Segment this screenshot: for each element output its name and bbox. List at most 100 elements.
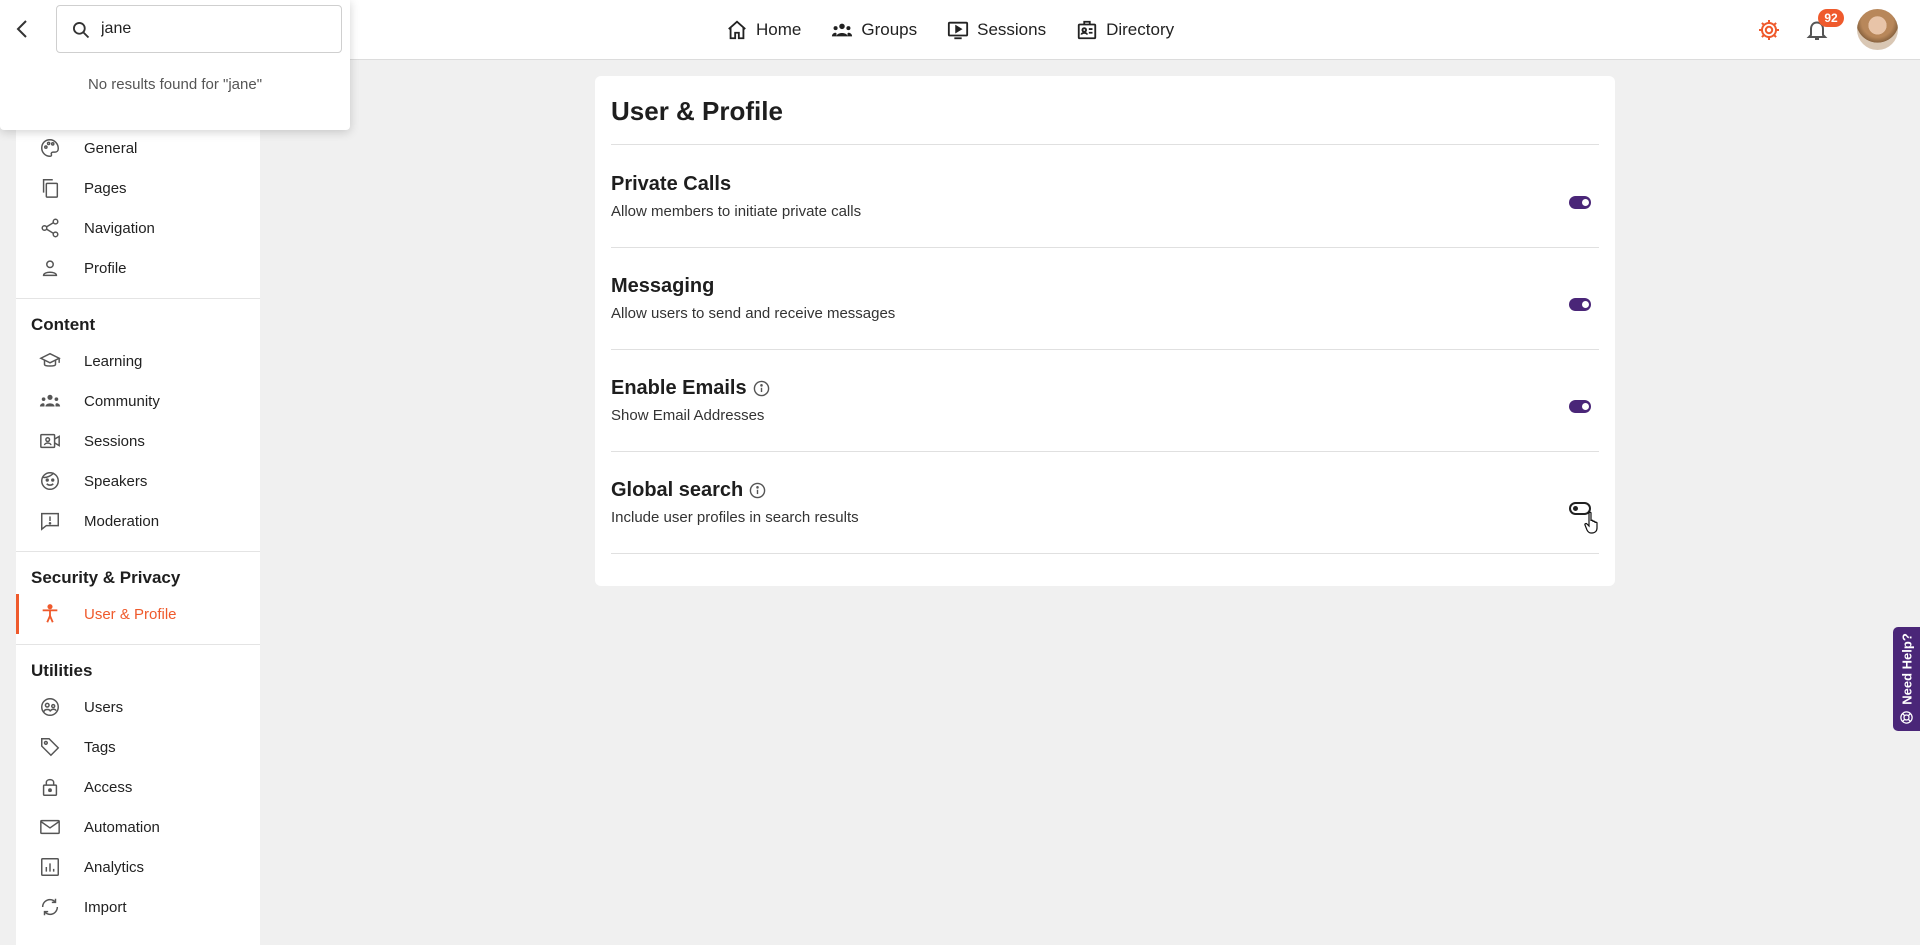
sidebar-heading-utilities: Utilities: [31, 661, 93, 680]
settings-card: User & Profile Private Calls Allow membe…: [595, 76, 1615, 586]
nav-groups-label: Groups: [861, 20, 918, 39]
private-calls-toggle[interactable]: [1569, 196, 1591, 209]
sidebar-item-profile[interactable]: Profile: [16, 248, 260, 288]
sidebar-item-label: User & Profile: [84, 605, 177, 623]
nav-groups[interactable]: Groups: [831, 19, 917, 41]
accessibility-icon: [42, 604, 58, 623]
sidebar-item-users[interactable]: Users: [16, 687, 260, 727]
setting-description: Include user profiles in search results: [611, 509, 859, 526]
setting-enable-emails: Enable Emails Show Email Addresses: [611, 349, 1599, 451]
nav-directory[interactable]: Directory: [1076, 19, 1174, 41]
setting-title-text: Messaging: [611, 275, 715, 297]
nav-sessions[interactable]: Sessions: [947, 19, 1046, 41]
sidebar-item-automation[interactable]: Automation: [16, 807, 260, 847]
hand-cursor-icon: [1584, 511, 1598, 534]
sidebar-item-import[interactable]: Import: [16, 887, 260, 927]
setting-title-text: Enable Emails: [611, 377, 747, 399]
search-box: [56, 5, 342, 53]
sidebar-item-label: Navigation: [84, 219, 155, 237]
nav-home-label: Home: [756, 20, 802, 39]
sidebar-item-tags[interactable]: Tags: [16, 727, 260, 767]
setting-title-text: Global search: [611, 479, 744, 501]
sidebar-item-user-profile[interactable]: User & Profile: [16, 594, 260, 634]
graduation-cap-icon: [39, 352, 61, 367]
sidebar-item-label: Tags: [84, 738, 116, 756]
messaging-toggle[interactable]: [1569, 298, 1591, 311]
setting-description: Allow members to initiate private calls: [611, 203, 862, 220]
nav-sessions-label: Sessions: [977, 20, 1047, 39]
sidebar-item-community[interactable]: Community: [16, 381, 260, 421]
avatar[interactable]: [1857, 9, 1898, 50]
person-icon: [42, 260, 58, 277]
sidebar-divider: [16, 551, 260, 552]
sidebar-item-label: Analytics: [84, 858, 145, 876]
search-icon: [73, 22, 90, 39]
palette-icon: [41, 139, 59, 157]
sidebar-item-moderation[interactable]: Moderation: [16, 501, 260, 541]
community-icon: [39, 394, 61, 407]
search-input[interactable]: [101, 16, 331, 42]
sidebar-item-label: Community: [84, 392, 160, 410]
setting-description: Allow users to send and receive messages: [611, 305, 896, 322]
lock-icon: [42, 778, 58, 796]
sidebar-heading-security: Security & Privacy: [31, 568, 181, 587]
sidebar-item-label: Profile: [84, 259, 127, 277]
nav-home[interactable]: Home: [726, 19, 801, 41]
setting-description: Show Email Addresses: [611, 407, 765, 424]
sidebar-item-navigation[interactable]: Navigation: [16, 208, 260, 248]
video-person-icon: [40, 433, 60, 449]
sidebar-item-label: Pages: [84, 179, 127, 197]
enable-emails-toggle[interactable]: [1569, 400, 1591, 413]
setting-title-text: Private Calls: [611, 173, 732, 195]
mail-icon: [40, 819, 60, 835]
sync-icon: [41, 898, 59, 916]
home-icon: [728, 20, 746, 40]
page-title: User & Profile: [611, 96, 783, 126]
info-icon[interactable]: [749, 482, 766, 499]
notification-badge: 92: [1818, 9, 1844, 27]
no-results-message: No results found for "jane": [87, 76, 263, 93]
sidebar-item-label: Moderation: [84, 512, 160, 530]
setting-divider: [611, 553, 1599, 554]
sidebar-item-speakers[interactable]: Speakers: [16, 461, 260, 501]
setting-title: Enable Emails: [611, 377, 770, 400]
setting-private-calls: Private Calls Allow members to initiate …: [611, 145, 1599, 247]
top-right-actions: 92: [1720, 0, 1920, 60]
sidebar-item-sessions[interactable]: Sessions: [16, 421, 260, 461]
sidebar-item-label: Import: [84, 898, 127, 916]
sidebar-item-access[interactable]: Access: [16, 767, 260, 807]
sidebar-item-label: Learning: [84, 352, 143, 370]
sidebar-divider: [16, 298, 260, 299]
top-navigation: Home Groups Sessions Directory: [726, 0, 1204, 60]
sessions-icon: [948, 21, 969, 40]
lifebuoy-icon: [1900, 711, 1913, 724]
sidebar-heading-content: Content: [31, 315, 96, 334]
gear-icon[interactable]: [1757, 18, 1781, 42]
share-icon: [41, 218, 59, 238]
setting-title: Private Calls: [611, 173, 731, 196]
groups-icon: [832, 23, 853, 37]
info-icon[interactable]: [753, 380, 770, 397]
sidebar-item-learning[interactable]: Learning: [16, 341, 260, 381]
sidebar-item-pages[interactable]: Pages: [16, 168, 260, 208]
sidebar-divider: [16, 644, 260, 645]
face-icon: [41, 472, 59, 490]
search-panel: No results found for "jane": [0, 0, 350, 130]
directory-icon: [1077, 20, 1097, 40]
sidebar: General Pages Navigation Profile Content…: [16, 128, 260, 945]
setting-title: Global search: [611, 479, 766, 502]
pages-icon: [42, 179, 59, 198]
report-icon: [41, 512, 59, 531]
tag-icon: [41, 738, 60, 757]
nav-directory-label: Directory: [1106, 20, 1175, 39]
back-arrow-icon[interactable]: [12, 18, 32, 40]
setting-global-search: Global search Include user profiles in s…: [611, 451, 1599, 553]
sidebar-item-label: General: [84, 139, 138, 157]
sidebar-item-analytics[interactable]: Analytics: [16, 847, 260, 887]
sidebar-item-general[interactable]: General: [16, 128, 260, 168]
analytics-icon: [41, 858, 59, 876]
need-help-tab[interactable]: Need Help?: [1893, 627, 1920, 731]
users-icon: [41, 698, 59, 716]
sidebar-item-label: Sessions: [84, 432, 145, 450]
setting-title: Messaging: [611, 275, 714, 298]
